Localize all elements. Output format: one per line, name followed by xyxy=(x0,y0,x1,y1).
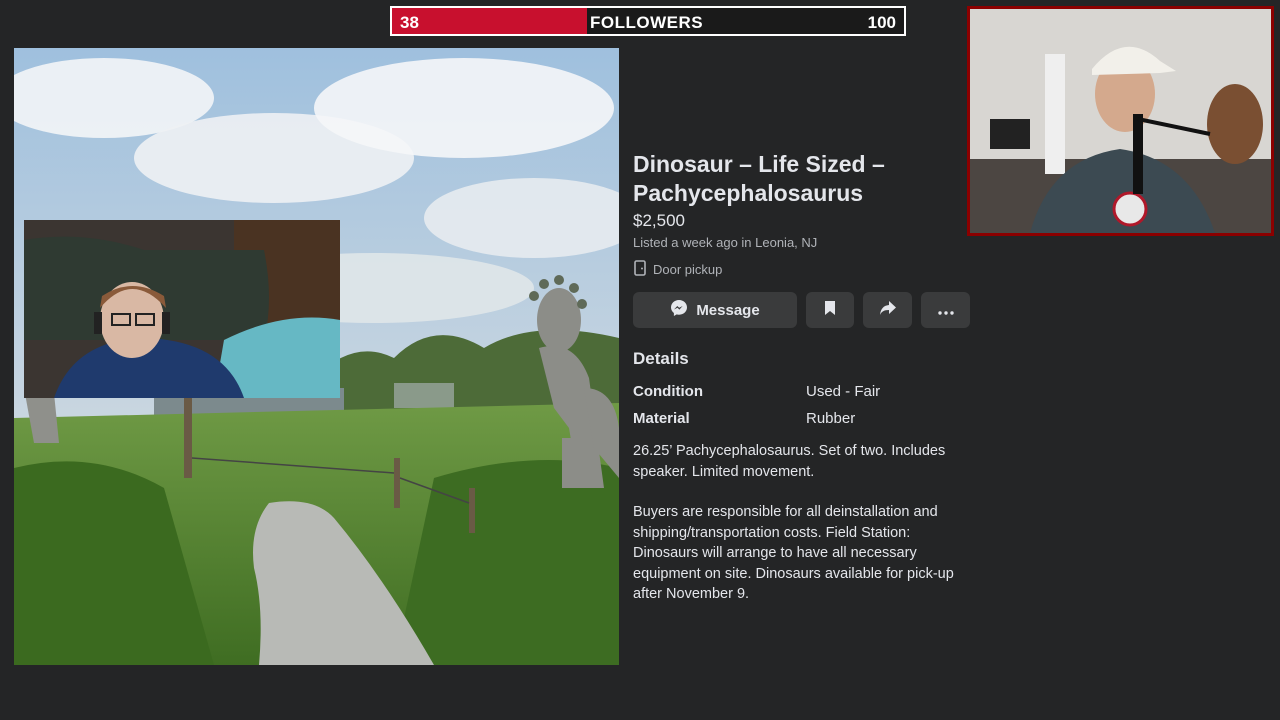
messenger-icon xyxy=(670,299,688,321)
goal-target-count: 100 xyxy=(867,13,896,32)
pickup-label: Door pickup xyxy=(653,262,723,277)
share-button[interactable] xyxy=(863,292,912,328)
description-paragraph-2: Buyers are responsible for all deinstall… xyxy=(633,504,954,602)
details-heading: Details xyxy=(633,349,689,368)
listing-title: Dinosaur – Life Sized – Pachycephalosaur… xyxy=(633,151,885,206)
listing-price: $2,500 xyxy=(633,211,685,230)
more-icon xyxy=(937,302,954,319)
webcam-left xyxy=(24,220,340,398)
condition-label: Condition xyxy=(633,383,703,400)
goal-progress-fill xyxy=(392,8,587,34)
message-button-label: Message xyxy=(696,301,760,319)
material-label: Material xyxy=(633,410,690,427)
message-button[interactable]: Message xyxy=(633,292,797,328)
goal-label: FOLLOWERS xyxy=(590,13,704,32)
follower-goal-bar: 38 FOLLOWERS 100 xyxy=(390,6,906,36)
more-options-button[interactable] xyxy=(921,292,970,328)
description-paragraph-1: 26.25’ Pachycephalosaurus. Set of two. I… xyxy=(633,443,946,480)
material-value: Rubber xyxy=(806,410,856,427)
share-icon xyxy=(879,300,897,320)
listing-location: Listed a week ago in Leonia, NJ xyxy=(633,235,818,250)
door-icon xyxy=(633,260,647,279)
pickup-info: Door pickup xyxy=(633,260,722,279)
webcam-right xyxy=(967,6,1274,236)
condition-value: Used - Fair xyxy=(806,383,881,400)
goal-current-count: 38 xyxy=(400,13,419,32)
save-button[interactable] xyxy=(806,292,854,328)
bookmark-icon xyxy=(824,300,836,320)
